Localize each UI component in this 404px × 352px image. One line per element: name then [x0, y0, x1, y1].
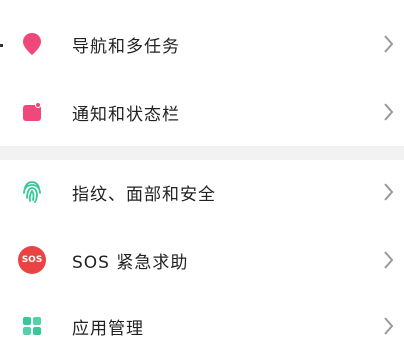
chevron-right-icon	[382, 182, 396, 202]
location-pin-icon	[18, 30, 46, 58]
settings-item-label: SOS 紧急求助	[72, 252, 189, 273]
fingerprint-icon	[18, 178, 46, 206]
settings-item-label: 导航和多任务	[72, 36, 180, 57]
settings-item-sos[interactable]: SOS SOS 紧急求助	[0, 230, 404, 290]
sos-icon: SOS	[18, 246, 46, 274]
chevron-right-icon	[382, 34, 396, 54]
settings-item-security[interactable]: 指纹、面部和安全	[0, 162, 404, 222]
settings-screen: 导航和多任务 通知和状态栏 指纹、面部和安全 SOS SOS 紧急求助 应用管理	[0, 0, 404, 352]
settings-item-navigation[interactable]: 导航和多任务	[0, 14, 404, 74]
settings-item-notifications[interactable]: 通知和状态栏	[0, 82, 404, 142]
settings-item-label: 指纹、面部和安全	[72, 184, 216, 205]
sos-badge: SOS	[18, 246, 46, 274]
notification-icon	[18, 98, 46, 126]
chevron-right-icon	[382, 102, 396, 122]
apps-grid-icon	[18, 312, 46, 340]
settings-item-app-management[interactable]: 应用管理	[0, 296, 404, 352]
section-divider	[0, 146, 404, 160]
chevron-right-icon	[382, 316, 396, 336]
settings-item-label: 通知和状态栏	[72, 104, 180, 125]
chevron-right-icon	[382, 250, 396, 270]
settings-item-label: 应用管理	[72, 318, 144, 339]
